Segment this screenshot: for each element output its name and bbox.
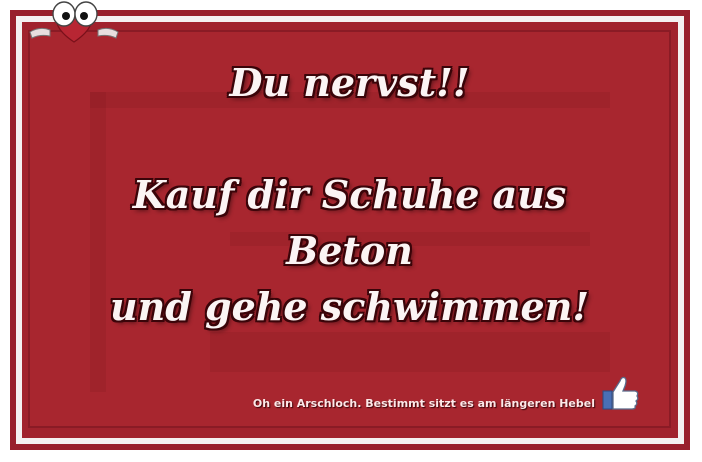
message-panel: Du nervst!! Kauf dir Schuhe aus Beton un… xyxy=(28,30,671,428)
thumbs-up-icon xyxy=(602,376,639,410)
peeking-eyes-heart-icon xyxy=(29,1,119,43)
headline: Du nervst!! xyxy=(229,60,470,105)
background-pattern xyxy=(210,332,610,372)
message-line-2: Beton xyxy=(286,228,413,273)
message-line-3: und gehe schwimmen! xyxy=(109,284,590,329)
message-line-1: Kauf dir Schuhe aus xyxy=(132,172,567,217)
caption-text: Oh ein Arschloch. Bestimmt sitzt es am l… xyxy=(252,397,595,410)
